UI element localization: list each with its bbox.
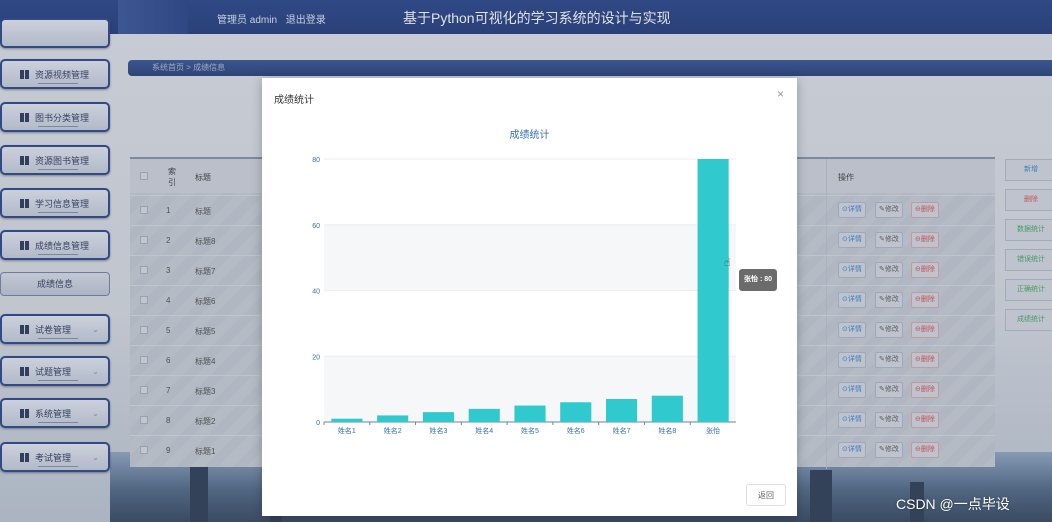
x-tick-label: 姓名2 — [384, 426, 402, 435]
bar[interactable] — [697, 159, 729, 422]
bar[interactable] — [605, 398, 638, 422]
y-tick-label: 20 — [312, 354, 320, 361]
bar[interactable] — [514, 405, 546, 422]
return-button[interactable]: 返回 — [746, 484, 786, 506]
x-tick-label: 姓名5 — [521, 426, 539, 435]
y-tick-label: 80 — [312, 157, 320, 164]
bar[interactable] — [331, 418, 363, 422]
x-tick-label: 张怡 — [706, 426, 720, 435]
grid-band — [324, 224, 736, 291]
watermark: CSDN @一点毕设 — [896, 496, 1010, 512]
x-tick-label: 姓名1 — [338, 426, 356, 435]
bar[interactable] — [651, 395, 683, 422]
x-tick-label: 姓名8 — [658, 426, 676, 435]
x-tick-label: 姓名4 — [475, 426, 493, 435]
bar[interactable] — [377, 415, 409, 422]
bar[interactable] — [560, 402, 592, 422]
chart-tooltip: 张怡 : 80 — [739, 269, 778, 291]
y-tick-label: 0 — [316, 420, 320, 427]
bar[interactable] — [468, 408, 500, 422]
stats-modal: 成绩统计 × 成绩统计 0 20 40 60 80 姓名1 姓名2 姓名3 姓名4 姓名5 姓名6 姓… — [262, 78, 797, 516]
hand-cursor-icon: ☝ — [724, 257, 731, 269]
x-tick-label: 姓名3 — [429, 426, 447, 435]
x-tick-label: 姓名6 — [567, 426, 585, 435]
x-tick-label: 姓名7 — [613, 426, 631, 435]
y-tick-label: 60 — [312, 223, 320, 230]
bar[interactable] — [422, 412, 455, 422]
y-tick-label: 40 — [312, 289, 320, 296]
score-chart: 0 20 40 60 80 姓名1 姓名2 姓名3 姓名4 姓名5 姓名6 姓名7 姓名8 张怡 — [312, 157, 736, 435]
